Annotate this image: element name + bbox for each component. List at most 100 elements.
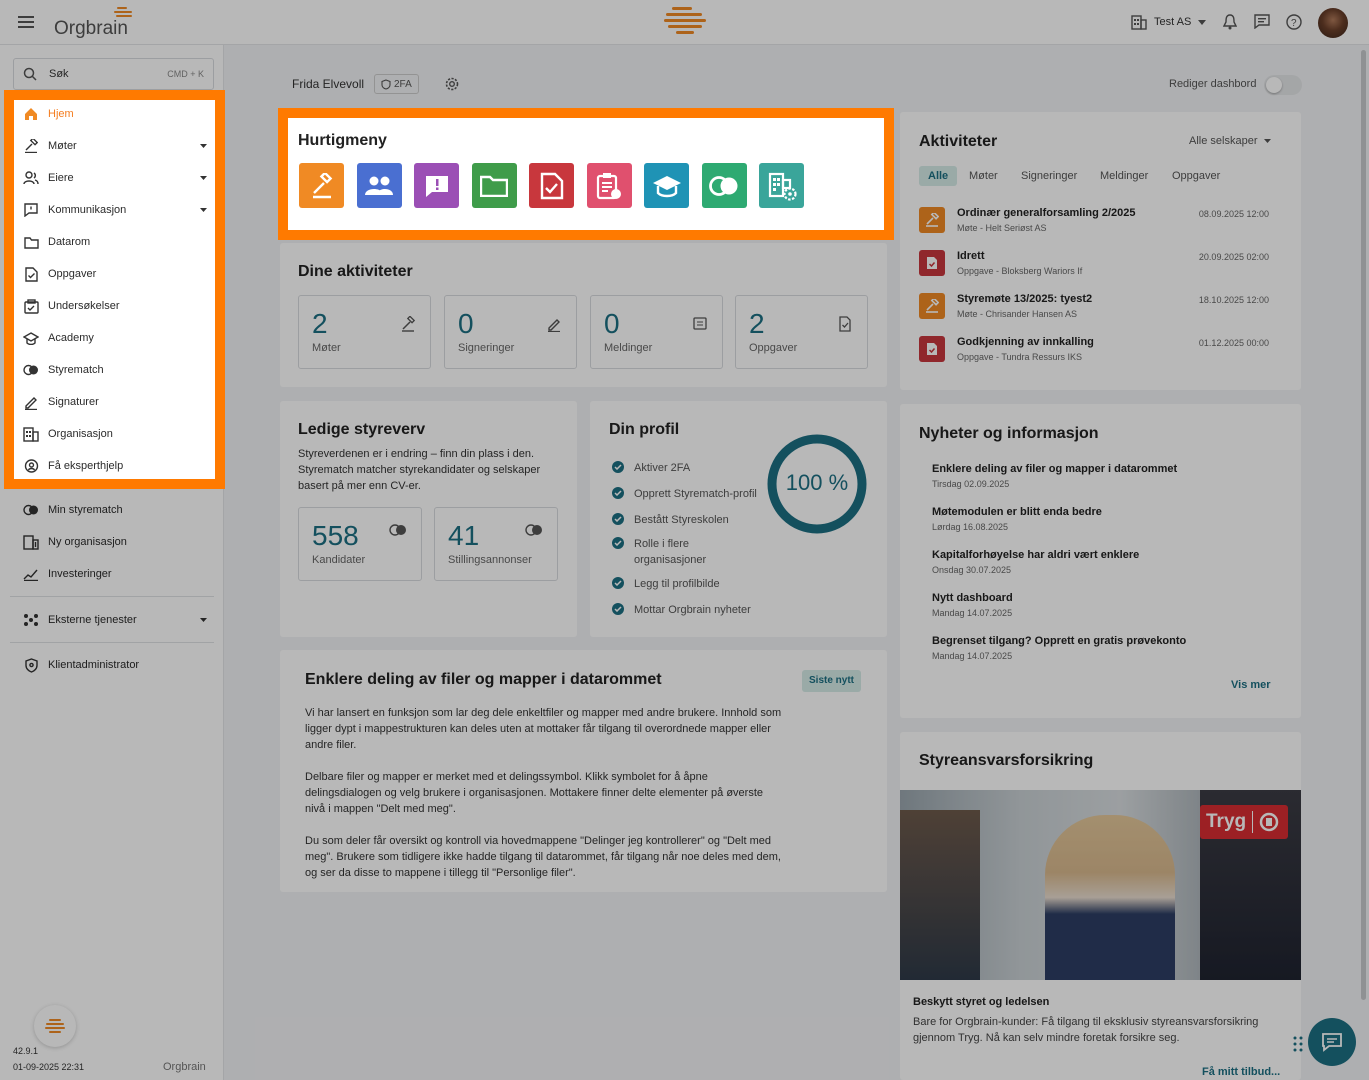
chevron-down-icon[interactable] [192,208,214,212]
activity-subtitle: Møte - Helt Seriøst AS [957,223,1047,233]
news-item[interactable]: Enklere deling av filer og mapper i data… [932,463,1177,489]
profil-title: Din profil [609,421,680,438]
sidebar-item-10[interactable]: Signaturer [14,386,214,418]
sidebar-item-4[interactable]: Kommunikasjon [14,194,214,226]
quickmenu-styrematch-button[interactable] [701,163,747,208]
sidebar-item-label: Investeringer [48,568,112,580]
footer-logo: Orgbrain [163,1061,206,1073]
quickmenu-org-settings-button[interactable] [759,163,804,208]
stat-stillingsannonser[interactable]: 41 Stillingsannonser [434,507,558,581]
news-item[interactable]: Begrenset tilgang? Opprett en gratis prø… [932,635,1186,661]
forsikring-title: Styreansvarsforsikring [919,752,1094,769]
signature-icon [14,395,48,410]
activity-row[interactable]: Ordinær generalforsamling 2/2025 Møte - … [919,207,1279,245]
news-item[interactable]: Kapitalforhøyelse har aldri vært enklere… [932,549,1139,575]
forsikring-cta[interactable]: Få mitt tilbud... [1202,1066,1280,1078]
search-shortcut: CMD + K [167,69,204,79]
sidebar-item-external[interactable]: Eksterne tjenester [14,604,214,636]
quickmenu-feedback-button[interactable] [414,163,459,208]
tab-møter[interactable]: Møter [960,166,1007,186]
chat-fab[interactable] [1308,1018,1356,1066]
stat-oppgaver[interactable]: 2 Oppgaver [735,295,868,369]
sidebar-item-8[interactable]: Academy [14,322,214,354]
chevron-down-icon[interactable] [192,618,214,622]
orgbrain-assistant-button[interactable] [34,1005,76,1047]
academy-icon [652,174,682,198]
chevron-down-icon[interactable] [192,176,214,180]
sidebar-item-12[interactable]: Få eksperthjelp [14,450,214,482]
chevron-down-icon[interactable] [192,144,214,148]
stat-meldinger[interactable]: 0 Meldinger [590,295,723,369]
message-icon [14,203,48,217]
tab-meldinger[interactable]: Meldinger [1091,166,1157,186]
activity-row[interactable]: Idrett Oppgave - Bloksberg Wariors If 20… [919,250,1279,288]
avatar[interactable] [1318,8,1348,38]
sidebar-item-11[interactable]: Organisasjon [14,418,214,450]
sidebar-item-2[interactable]: Møter [14,130,214,162]
sidebar-item-3[interactable]: Eiere [14,162,214,194]
tab-signeringer[interactable]: Signeringer [1012,166,1086,186]
sidebar-item-label: Min styrematch [48,504,123,516]
company-selector[interactable]: Test AS [1154,16,1191,28]
activity-row[interactable]: Godkjenning av innkalling Oppgave - Tund… [919,336,1279,374]
quickmenu-folder-button[interactable] [471,163,517,208]
tab-oppgaver[interactable]: Oppgaver [1163,166,1229,186]
shield-icon [14,657,48,673]
news-title: Enklere deling av filer og mapper i data… [932,463,1178,475]
external-services-icon [14,613,48,627]
logo-text[interactable]: Orgbrain [54,18,128,40]
quickmenu-people-button[interactable] [356,163,402,208]
quickmenu-academy-button[interactable] [644,163,689,208]
activity-row[interactable]: Styremøte 13/2025: tyest2 Møte - Chrisan… [919,293,1279,331]
quickmenu-gavel-button[interactable] [299,163,344,208]
chevron-down-icon[interactable] [1198,20,1206,25]
clipboard-icon [596,172,622,200]
sidebar-item-7[interactable]: Undersøkelser [14,290,214,322]
page-scrollbar[interactable] [1361,50,1366,1000]
gear-icon[interactable] [444,76,460,92]
bell-icon[interactable] [1223,14,1237,30]
sidebar-item-admin[interactable]: Klientadministrator [14,649,214,681]
menu-icon[interactable] [18,15,34,29]
search-box[interactable]: Søk CMD + K [13,58,214,90]
sidebar-secondary-item[interactable]: Min styrematch [14,494,214,526]
quickmenu-clipboard-button[interactable] [586,163,632,208]
stat-signeringer[interactable]: 0 Signeringer [444,295,577,369]
chat-icon[interactable] [1254,14,1270,29]
profile-progress-text: 100 % [785,470,849,495]
gavel-icon [309,172,335,199]
chevron-down-icon[interactable] [1264,139,1271,143]
quickmenu-task-button[interactable] [529,163,574,208]
brain-logo-icon[interactable] [662,5,708,39]
folder-icon [14,236,48,249]
task-icon [540,172,564,200]
vis-mer-link[interactable]: Vis mer [1231,679,1271,691]
activity-date: 08.09.2025 12:00 [1198,209,1269,219]
sidebar-secondary-item[interactable]: Ny organisasjon [14,526,214,558]
sidebar-item-5[interactable]: Datarom [14,226,214,258]
help-icon[interactable]: ? [1286,14,1302,30]
news-item[interactable]: Møtemodulen er blitt enda bedre Lørdag 16… [932,506,1102,532]
stat-moter[interactable]: 2 Møter [298,295,431,369]
profile-checklist-item: Opprett Styrematch-profil [612,486,757,502]
stat-kandidater[interactable]: 558 Kandidater [298,507,422,581]
sidebar-item-9[interactable]: Styrematch [14,354,214,386]
person-left [900,810,980,980]
sidebar-item-6[interactable]: Oppgaver [14,258,214,290]
search-icon [23,67,37,81]
sidebar-item-label: Klientadministrator [48,659,140,671]
sidebar-item-label: Eksterne tjenester [48,614,137,626]
gavel-icon [400,316,416,332]
drag-handle-icon[interactable] [1293,1036,1303,1052]
profile-checklist-item: Bestått Styreskolen [612,512,729,528]
news-item[interactable]: Nytt dashboard Mandag 14.07.2025 [932,592,1013,618]
sidebar-secondary-item[interactable]: Investeringer [14,558,214,590]
app-version: 42.9.1 [13,1046,39,1056]
sidebar-item-1[interactable]: Hjem [14,98,214,130]
nyheter-title: Nyheter og informasjon [919,425,1099,442]
company-filter[interactable]: Alle selskaper [1189,135,1257,147]
sidebar-item-label: Academy [48,332,94,344]
tab-alle[interactable]: Alle [919,166,958,186]
edit-dashboard-toggle[interactable] [1264,75,1302,95]
divider [10,596,214,597]
